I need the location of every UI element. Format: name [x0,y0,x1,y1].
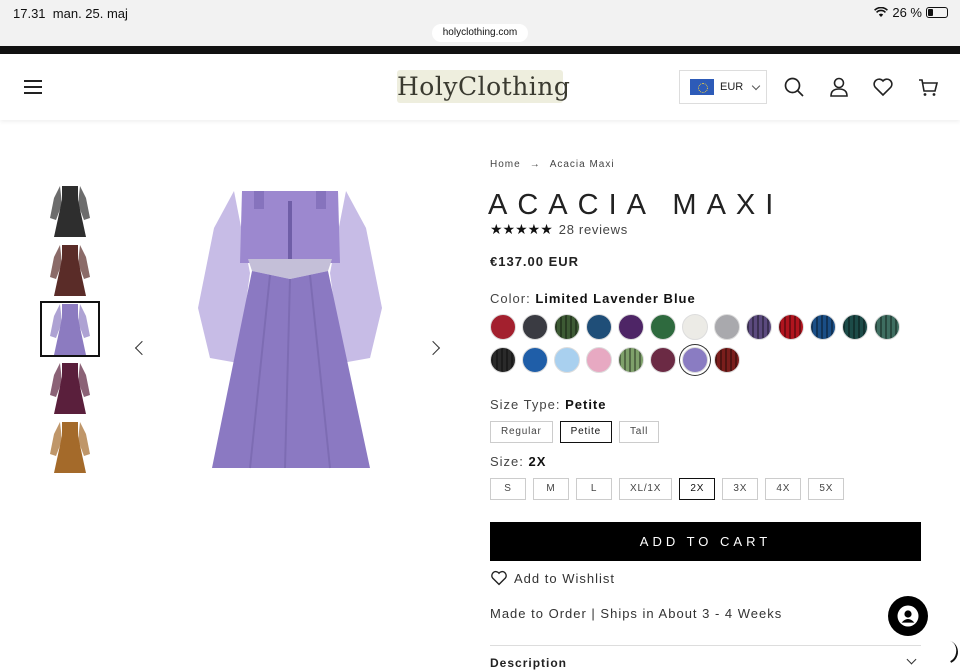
color-swatch[interactable] [842,314,868,340]
chat-button[interactable] [888,596,928,636]
eu-flag-icon [690,79,714,95]
cart-icon[interactable] [917,76,939,98]
color-value: Limited Lavender Blue [535,291,696,306]
size-option[interactable]: M [533,478,569,500]
add-to-wishlist-button[interactable]: Add to Wishlist [490,570,615,586]
size-option[interactable]: S [490,478,526,500]
size-label: Size: 2X [490,454,547,469]
color-swatch[interactable] [714,347,740,373]
divider [490,645,921,646]
color-swatch[interactable] [682,314,708,340]
size-type-option[interactable]: Petite [559,421,612,443]
color-swatch[interactable] [618,347,644,373]
browser-url-bar: holyclothing.com [0,24,960,46]
product-main-image [198,191,382,469]
size-option[interactable]: 5X [808,478,845,500]
color-swatch[interactable] [554,347,580,373]
site-header: HolyClothing EUR [0,54,960,120]
size-value: 2X [528,454,547,469]
status-time: 17.31 man. 25. maj [13,6,128,21]
thumbnail-gallery [40,183,100,478]
top-banner [0,46,960,54]
heart-icon[interactable] [872,76,894,98]
size-type-label: Size Type: Petite [490,397,607,412]
account-icon[interactable] [828,76,850,98]
color-swatch[interactable] [586,347,612,373]
size-option[interactable]: L [576,478,612,500]
currency-selector[interactable]: EUR [679,70,767,104]
product-thumbnail[interactable] [40,419,100,475]
color-swatch[interactable] [490,314,516,340]
currency-label: EUR [720,81,744,93]
color-swatch[interactable] [522,314,548,340]
color-swatch[interactable] [554,314,580,340]
color-swatch[interactable] [650,347,676,373]
size-option[interactable]: 3X [722,478,759,500]
size-type-value: Petite [565,397,607,412]
shipping-info: Made to Order | Ships in About 3 - 4 Wee… [490,606,783,621]
battery-text: 26 % [892,5,922,20]
color-swatch[interactable] [778,314,804,340]
site-logo[interactable]: HolyClothing [397,70,570,103]
color-swatch[interactable] [522,347,548,373]
loading-spinner-icon [930,636,960,668]
size-option[interactable]: XL/1X [619,478,673,500]
size-type-option[interactable]: Tall [619,421,660,443]
color-swatch[interactable] [810,314,836,340]
description-toggle[interactable]: Description [490,656,567,670]
color-swatch[interactable] [586,314,612,340]
heart-icon [491,570,507,586]
add-to-cart-button[interactable]: ADD TO CART [490,522,921,561]
product-thumbnail[interactable] [40,242,100,298]
color-swatch[interactable] [490,347,516,373]
previous-image-arrow[interactable] [134,340,150,356]
color-swatch[interactable] [650,314,676,340]
wishlist-label: Add to Wishlist [514,570,615,586]
star-rating-icon: ★★★★★ [490,221,553,237]
product-thumbnail[interactable] [40,360,100,416]
reviews-link[interactable]: 28 reviews [559,222,628,237]
product-thumbnail[interactable] [40,183,100,239]
color-swatches [490,314,910,373]
next-image-arrow[interactable] [425,340,441,356]
url-field[interactable]: holyclothing.com [432,24,528,42]
chat-user-icon [897,605,919,627]
product-price: €137.00 EUR [490,254,580,269]
breadcrumb-arrow-icon: → [529,159,541,170]
breadcrumb-current: Acacia Maxi [549,159,615,170]
menu-icon[interactable] [24,80,42,94]
product-title: ACACIA MAXI [488,189,784,221]
rating[interactable]: ★★★★★ 28 reviews [490,221,628,238]
color-swatch[interactable] [618,314,644,340]
color-swatch[interactable] [682,347,708,373]
size-options: S M L XL/1X 2X 3X 4X 5X [490,478,845,500]
breadcrumb-home[interactable]: Home [490,159,521,170]
chevron-down-icon [751,81,761,90]
size-type-options: Regular Petite Tall [490,421,660,443]
status-right: 26 % [874,5,948,20]
chevron-down-icon[interactable] [906,654,917,665]
product-thumbnail[interactable] [40,301,100,357]
color-label: Color: Limited Lavender Blue [490,291,696,306]
color-swatch[interactable] [714,314,740,340]
breadcrumb: Home → Acacia Maxi [490,159,615,170]
size-option[interactable]: 4X [765,478,802,500]
size-option[interactable]: 2X [679,478,716,500]
color-swatch[interactable] [746,314,772,340]
color-swatch[interactable] [874,314,900,340]
status-bar: 17.31 man. 25. maj 26 % [0,0,960,26]
battery-icon [926,7,948,18]
search-icon[interactable] [783,76,805,98]
wifi-icon [874,7,889,17]
size-type-option[interactable]: Regular [490,421,553,443]
